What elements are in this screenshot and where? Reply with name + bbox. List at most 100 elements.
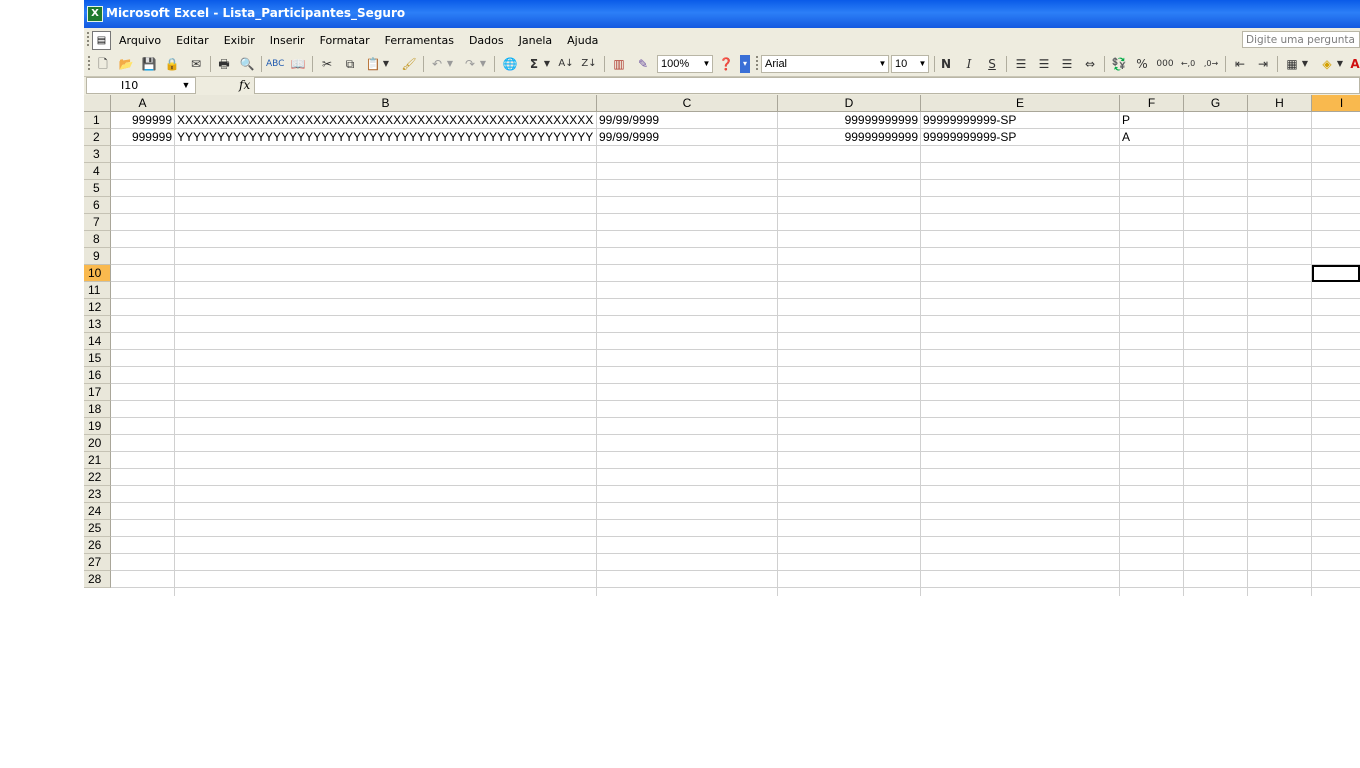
decrease-decimal-icon[interactable]: ,0→ <box>1202 55 1220 73</box>
format-painter-icon[interactable]: 🖌 <box>400 55 418 73</box>
column-header-d[interactable]: D <box>778 95 921 112</box>
spreadsheet-grid[interactable]: ABCDEFGHI 1 2 3 4 5 6 7 8 9 10 11 12 13 14 15 16 17 18 19 2… <box>84 95 1360 596</box>
row-header-10[interactable]: 10 <box>84 265 111 282</box>
menu-formatar[interactable]: Formatar <box>320 34 370 47</box>
research-icon[interactable]: 📖 <box>289 55 307 73</box>
sort-ascending-icon[interactable]: A↓ <box>557 55 575 73</box>
align-right-icon[interactable]: ☰ <box>1058 55 1076 73</box>
menu-dados[interactable]: Dados <box>469 34 504 47</box>
font-size-select[interactable]: 10 ▼ <box>891 55 929 73</box>
underline-button[interactable]: S <box>983 55 1001 73</box>
chart-wizard-icon[interactable]: ▥ <box>610 55 628 73</box>
cell-b2[interactable]: YYYYYYYYYYYYYYYYYYYYYYYYYYYYYYYYYYYYYYYY… <box>177 129 594 146</box>
menu-inserir[interactable]: Inserir <box>270 34 305 47</box>
row-header-8[interactable]: 8 <box>84 231 111 248</box>
row-header-16[interactable]: 16 <box>84 367 111 384</box>
copy-icon[interactable]: ⧉ <box>341 55 359 73</box>
menu-exibir[interactable]: Exibir <box>224 34 255 47</box>
zoom-select[interactable]: 100% ▼ <box>657 55 713 73</box>
hyperlink-icon[interactable]: 🌐 <box>501 55 519 73</box>
toolbar-grip[interactable] <box>756 56 758 72</box>
row-header-2[interactable]: 2 <box>84 129 111 146</box>
increase-decimal-icon[interactable]: ←,0 <box>1179 55 1197 73</box>
column-header-f[interactable]: F <box>1120 95 1184 112</box>
cell-f2[interactable]: A <box>1122 129 1181 146</box>
redo-dropdown-icon[interactable]: ▼ <box>478 55 488 73</box>
row-header-11[interactable]: 11 <box>84 282 111 299</box>
chevron-down-icon[interactable]: ▼ <box>917 56 928 72</box>
row-header-23[interactable]: 23 <box>84 486 111 503</box>
row-header-27[interactable]: 27 <box>84 554 111 571</box>
row-header-7[interactable]: 7 <box>84 214 111 231</box>
menu-editar[interactable]: Editar <box>176 34 209 47</box>
borders-icon[interactable]: ▦ <box>1283 55 1301 73</box>
sort-descending-icon[interactable]: Z↓ <box>580 55 598 73</box>
cell-a1[interactable]: 999999 <box>113 112 172 129</box>
row-header-24[interactable]: 24 <box>84 503 111 520</box>
undo-icon[interactable]: ↶ <box>428 55 446 73</box>
active-cell[interactable] <box>1312 265 1360 282</box>
row-header-12[interactable]: 12 <box>84 299 111 316</box>
cell-b1[interactable]: XXXXXXXXXXXXXXXXXXXXXXXXXXXXXXXXXXXXXXXX… <box>177 112 594 129</box>
row-header-3[interactable]: 3 <box>84 146 111 163</box>
font-color-icon[interactable]: A <box>1346 55 1360 73</box>
italic-button[interactable]: I <box>960 55 978 73</box>
excel-app-icon[interactable]: X <box>87 6 103 22</box>
cell-c2[interactable]: 99/99/9999 <box>599 129 775 146</box>
cut-icon[interactable]: ✂ <box>318 55 336 73</box>
align-left-icon[interactable]: ☰ <box>1012 55 1030 73</box>
spelling-icon[interactable]: ABC <box>266 55 284 73</box>
print-preview-icon[interactable]: 🔍 <box>238 55 256 73</box>
paste-dropdown-icon[interactable]: ▼ <box>381 55 391 73</box>
help-icon[interactable]: ❓ <box>717 55 735 73</box>
menu-ajuda[interactable]: Ajuda <box>567 34 598 47</box>
percent-button[interactable]: % <box>1133 55 1151 73</box>
chevron-down-icon[interactable]: ▼ <box>877 56 888 72</box>
row-header-15[interactable]: 15 <box>84 350 111 367</box>
cell-a2[interactable]: 999999 <box>113 129 172 146</box>
cell-c1[interactable]: 99/99/9999 <box>599 112 775 129</box>
fill-color-dropdown-icon[interactable]: ▼ <box>1335 55 1345 73</box>
row-header-17[interactable]: 17 <box>84 384 111 401</box>
column-header-g[interactable]: G <box>1184 95 1248 112</box>
email-icon[interactable]: ✉ <box>187 55 205 73</box>
row-header-13[interactable]: 13 <box>84 316 111 333</box>
row-header-19[interactable]: 19 <box>84 418 111 435</box>
row-header-6[interactable]: 6 <box>84 197 111 214</box>
row-header-25[interactable]: 25 <box>84 520 111 537</box>
autosum-dropdown-icon[interactable]: ▼ <box>542 55 552 73</box>
borders-dropdown-icon[interactable]: ▼ <box>1300 55 1310 73</box>
column-header-e[interactable]: E <box>921 95 1120 112</box>
font-name-select[interactable]: Arial ▼ <box>761 55 889 73</box>
row-header-18[interactable]: 18 <box>84 401 111 418</box>
fill-color-icon[interactable]: ◈ <box>1318 55 1336 73</box>
column-header-c[interactable]: C <box>597 95 778 112</box>
menu-ferramentas[interactable]: Ferramentas <box>385 34 454 47</box>
column-header-i[interactable]: I <box>1312 95 1360 112</box>
column-header-a[interactable]: A <box>111 95 175 112</box>
redo-icon[interactable]: ↷ <box>461 55 479 73</box>
cell-d1[interactable]: 99999999999 <box>780 112 918 129</box>
row-header-9[interactable]: 9 <box>84 248 111 265</box>
row-header-5[interactable]: 5 <box>84 180 111 197</box>
row-header-20[interactable]: 20 <box>84 435 111 452</box>
chevron-down-icon[interactable]: ▼ <box>178 77 194 94</box>
currency-icon[interactable]: 💱 <box>1110 55 1128 73</box>
column-header-b[interactable]: B <box>175 95 597 112</box>
paste-icon[interactable]: 📋 <box>364 55 382 73</box>
permission-icon[interactable]: 🔒 <box>163 55 181 73</box>
new-icon[interactable]: 🗋 <box>94 55 112 73</box>
cell-d2[interactable]: 99999999999 <box>780 129 918 146</box>
select-all-button[interactable] <box>84 95 111 112</box>
formula-input[interactable] <box>254 77 1360 94</box>
column-header-h[interactable]: H <box>1248 95 1312 112</box>
row-header-1[interactable]: 1 <box>84 112 111 129</box>
decrease-indent-icon[interactable]: ⇤ <box>1231 55 1249 73</box>
toolbar-options-icon[interactable]: ▾ <box>740 55 750 73</box>
toolbar-grip[interactable] <box>88 56 90 72</box>
help-question-input[interactable]: Digite uma pergunta <box>1242 31 1360 48</box>
menu-grip[interactable] <box>87 32 89 48</box>
row-header-28[interactable]: 28 <box>84 571 111 588</box>
undo-dropdown-icon[interactable]: ▼ <box>445 55 455 73</box>
increase-indent-icon[interactable]: ⇥ <box>1254 55 1272 73</box>
